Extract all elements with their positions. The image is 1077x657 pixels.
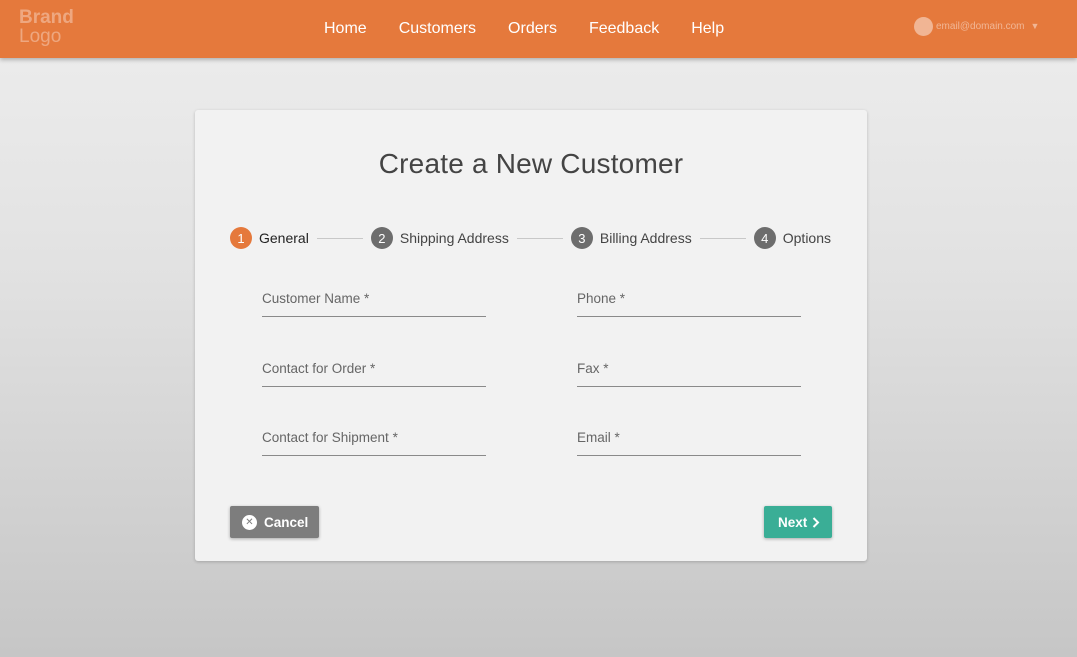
step-number: 3	[570, 227, 593, 249]
nav-item-home[interactable]: Home	[308, 20, 383, 38]
step-connector	[316, 237, 363, 239]
step-label: Options	[782, 230, 831, 246]
avatar	[914, 16, 933, 36]
create-customer-card: Create a New Customer 1 General 2 Shippi…	[195, 110, 867, 561]
customer-name-field[interactable]: Customer Name *	[262, 284, 486, 317]
customer-name-label: Customer Name *	[262, 291, 370, 306]
nav-item-feedback[interactable]: Feedback	[573, 20, 675, 38]
next-label: Next	[778, 514, 808, 530]
brand-logo-line1: Brand	[19, 7, 74, 28]
step-shipping-address[interactable]: 2 Shipping Address	[370, 227, 509, 249]
step-connector	[516, 237, 563, 239]
chevron-right-icon	[812, 516, 820, 528]
close-circle-icon: ✕	[242, 514, 257, 530]
main-nav: Home Customers Orders Feedback Help	[308, 0, 740, 58]
top-navigation-bar: Brand Logo Home Customers Orders Feedbac…	[0, 0, 1077, 58]
account-menu[interactable]: email@domain.com ▼	[914, 16, 1039, 36]
contact-shipment-field[interactable]: Contact for Shipment *	[262, 423, 486, 456]
fax-label: Fax *	[577, 361, 609, 376]
contact-order-field[interactable]: Contact for Order *	[262, 354, 486, 387]
step-label: General	[259, 230, 309, 246]
account-email: email@domain.com	[936, 20, 1025, 32]
page-title: Create a New Customer	[378, 148, 684, 179]
cancel-label: Cancel	[264, 514, 309, 530]
contact-order-label: Contact for Order *	[262, 361, 376, 376]
step-number: 1	[230, 227, 252, 249]
nav-item-customers[interactable]: Customers	[383, 20, 492, 38]
phone-label: Phone *	[577, 291, 626, 306]
step-general[interactable]: 1 General	[230, 227, 309, 249]
brand-logo-line2: Logo	[19, 26, 62, 47]
phone-field[interactable]: Phone *	[577, 284, 801, 317]
wizard-stepper: 1 General 2 Shipping Address 3 Billing A…	[230, 226, 831, 250]
brand-logo[interactable]: Brand Logo	[19, 8, 79, 46]
next-button[interactable]: Next	[764, 506, 832, 538]
email-field[interactable]: Email *	[577, 423, 801, 456]
chevron-down-icon: ▼	[1030, 21, 1040, 31]
step-billing-address[interactable]: 3 Billing Address	[570, 227, 692, 249]
step-label: Shipping Address	[399, 230, 509, 246]
email-label: Email *	[577, 430, 620, 445]
contact-shipment-label: Contact for Shipment *	[262, 430, 398, 445]
step-number: 2	[370, 227, 393, 249]
step-connector	[699, 237, 746, 239]
nav-item-help[interactable]: Help	[675, 20, 740, 38]
fax-field[interactable]: Fax *	[577, 354, 801, 387]
cancel-button[interactable]: ✕ Cancel	[230, 506, 319, 538]
nav-item-orders[interactable]: Orders	[492, 20, 573, 38]
step-number: 4	[753, 227, 776, 249]
step-options[interactable]: 4 Options	[753, 227, 831, 249]
step-label: Billing Address	[599, 230, 692, 246]
